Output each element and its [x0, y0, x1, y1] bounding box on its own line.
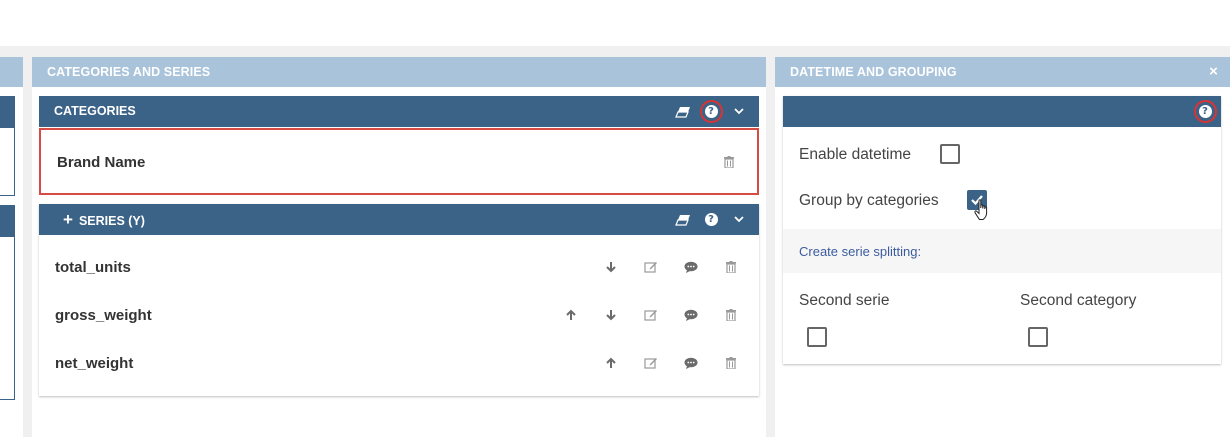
- enable-datetime-label: Enable datetime: [799, 146, 912, 163]
- question-circle-icon: ?: [704, 105, 718, 118]
- series-header-label: SERIES (Y): [78, 214, 145, 228]
- trash-icon[interactable]: [711, 257, 751, 277]
- arrow-down-icon[interactable]: [591, 305, 631, 325]
- series-label: net_weight: [55, 355, 134, 372]
- second-serie-checkbox[interactable]: [807, 327, 827, 347]
- series-header-icons: ?: [669, 204, 753, 235]
- series-row[interactable]: gross_weight: [39, 292, 759, 338]
- series-row-actions: [551, 305, 751, 325]
- categories-header-icons: ?: [669, 96, 753, 127]
- second-serie-label: Second serie: [799, 292, 890, 309]
- question-circle-icon: ?: [704, 213, 718, 226]
- left-panel-section-bar: [0, 205, 15, 236]
- help-button[interactable]: ?: [697, 204, 725, 235]
- eraser-icon[interactable]: [669, 96, 697, 127]
- chart-designer-workspace: CATEGORIES AND SERIES CATEGORIES ? Brand…: [0, 0, 1230, 437]
- comment-icon[interactable]: [671, 353, 711, 373]
- close-icon[interactable]: ×: [1209, 57, 1218, 87]
- left-panel-section-bar: [0, 96, 15, 127]
- category-item-label: Brand Name: [57, 154, 146, 171]
- left-panel-section-box: [0, 236, 15, 400]
- series-row[interactable]: net_weight: [39, 340, 759, 386]
- help-button[interactable]: ?: [697, 96, 725, 127]
- series-row-actions: [591, 257, 751, 277]
- chevron-down-icon[interactable]: [725, 204, 753, 235]
- datetime-header-icons: ?: [1191, 96, 1219, 127]
- arrow-up-icon[interactable]: [551, 305, 591, 325]
- series-row-actions: [591, 353, 751, 373]
- series-label: gross_weight: [55, 307, 152, 324]
- edit-icon[interactable]: [631, 353, 671, 373]
- create-serie-splitting-link[interactable]: Create serie splitting:: [799, 244, 921, 259]
- arrow-down-icon[interactable]: [591, 257, 631, 277]
- panel-title: DATETIME AND GROUPING ×: [775, 57, 1230, 87]
- left-panel-header: [0, 57, 23, 87]
- help-button[interactable]: ?: [1191, 96, 1219, 127]
- edit-icon[interactable]: [631, 305, 671, 325]
- question-circle-icon: ?: [1198, 105, 1212, 118]
- datetime-grouping-panel: DATETIME AND GROUPING × ? Enable datetim…: [775, 57, 1230, 437]
- eraser-icon[interactable]: [669, 204, 697, 235]
- chevron-down-icon[interactable]: [725, 96, 753, 127]
- series-section-header: + SERIES (Y) ?: [39, 204, 759, 235]
- panel-title: CATEGORIES AND SERIES: [32, 57, 766, 87]
- split-section-band: Create serie splitting:: [783, 229, 1221, 273]
- categories-series-panel: CATEGORIES AND SERIES CATEGORIES ? Brand…: [32, 57, 766, 437]
- datetime-card: ? Enable datetime Group by categories Cr…: [783, 96, 1221, 364]
- left-panel-section-box: [0, 127, 15, 196]
- group-by-categories-label: Group by categories: [799, 192, 939, 209]
- panel-title-text: DATETIME AND GROUPING: [790, 65, 957, 79]
- help-highlight-ring: ?: [1193, 100, 1217, 123]
- trash-icon[interactable]: [709, 152, 749, 172]
- left-panel-partial: [0, 57, 23, 437]
- second-category-label: Second category: [1020, 292, 1137, 309]
- enable-datetime-checkbox[interactable]: [940, 144, 960, 164]
- trash-icon[interactable]: [711, 353, 751, 373]
- comment-icon[interactable]: [671, 305, 711, 325]
- categories-section-header: CATEGORIES ?: [39, 96, 759, 127]
- edit-icon[interactable]: [631, 257, 671, 277]
- help-highlight-ring: ?: [699, 100, 723, 123]
- categories-header-label: CATEGORIES: [54, 104, 136, 118]
- series-label: total_units: [55, 259, 131, 276]
- series-row[interactable]: total_units: [39, 244, 759, 290]
- datetime-section-header: ?: [783, 96, 1221, 127]
- add-series-button[interactable]: +: [63, 210, 73, 229]
- trash-icon[interactable]: [711, 305, 751, 325]
- second-category-checkbox[interactable]: [1028, 327, 1048, 347]
- series-card: + SERIES (Y) ? total_units gross_weight …: [39, 204, 759, 396]
- hand-pointer-icon: [974, 199, 990, 226]
- category-item[interactable]: Brand Name: [39, 128, 759, 195]
- arrow-up-icon[interactable]: [591, 353, 631, 373]
- comment-icon[interactable]: [671, 257, 711, 277]
